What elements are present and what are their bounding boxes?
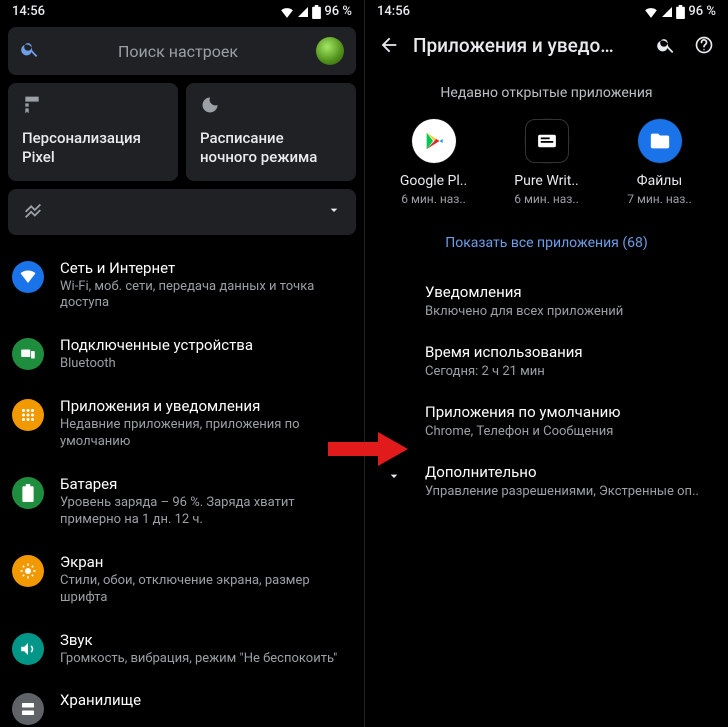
tile-night-title: Расписание ночного режима [200,129,342,167]
wifi-icon [12,261,44,293]
settings-item-title: Звук [60,631,348,649]
devices-icon [12,338,44,370]
settings-item-title: Подключенные устройства [60,336,348,354]
setting-row-title: Уведомления [425,283,712,301]
search-settings[interactable]: Поиск настроек [8,27,356,75]
settings-item-title: Приложения и уведомления [60,397,348,415]
signal-icon [661,6,673,18]
app-sub: 6 мин. наз.. [384,192,484,206]
settings-item-sub: Wi-Fi, моб. сети, передача данных и точк… [60,279,348,313]
status-battery-text: 96 % [688,4,716,19]
status-time: 14:56 [12,4,45,19]
settings-item-title: Хранилище [60,691,348,709]
app-sub: 7 мин. наз.. [610,192,710,206]
setting-row-sub: Сегодня: 2 ч 21 мин [425,364,712,379]
setting-row-sub: Включено для всех приложений [425,304,712,319]
app-name: Файлы [610,173,710,189]
app-bar: Приложения и уведо… [365,21,728,71]
tile-night-schedule[interactable]: Расписание ночного режима [186,83,356,181]
phone-settings-root: 14:56 96 % Поиск настроек [0,0,364,727]
apps-icon [12,399,44,431]
signal-icon [297,6,309,18]
chevron-down-icon [326,202,342,222]
phone-apps-notifications: 14:56 96 % Приложения и уведо… Недавно о… [364,0,728,727]
settings-item-title: Экран [60,553,348,571]
setting-row-3[interactable]: Дополнительно Управление разрешениями, Эк… [365,451,728,511]
app-sub: 6 мин. наз.. [497,192,597,206]
battery-icon [12,477,44,509]
recent-app-1[interactable]: Pure Writ.. 6 мин. наз.. [497,119,597,206]
setting-row-title: Приложения по умолчанию [425,403,712,421]
settings-item-storage[interactable]: Хранилище [8,679,356,727]
setting-row-sub: Управление разрешениями, Экстренные оп.. [425,484,712,499]
sound-icon [12,633,44,665]
search-placeholder: Поиск настроек [52,42,304,61]
recent-apps: Google Pl.. 6 мин. наз.. Pure Writ.. 6 мин.… [365,119,728,206]
settings-item-sub: Стили, обои, отключение экрана, размер ш… [60,573,348,607]
setting-row-0[interactable]: Уведомления Включено для всех приложений [365,271,728,331]
avatar[interactable] [316,37,344,65]
settings-item-title: Батарея [60,475,348,493]
search-icon [20,39,40,63]
setting-row-title: Дополнительно [425,463,712,481]
status-bar: 14:56 96 % [0,0,364,21]
setting-row-2[interactable]: Приложения по умолчанию Chrome, Телефон и… [365,391,728,451]
settings-list: Сеть и Интернет Wi-Fi, моб. сети, передач… [8,247,356,727]
settings-item-sub: Уровень заряда – 96 %. Заряда хватит при… [60,495,348,529]
wifi-icon [280,6,294,18]
recent-app-0[interactable]: Google Pl.. 6 мин. наз.. [384,119,484,206]
wifi-icon [644,6,658,18]
status-right: 96 % [644,4,716,19]
settings-item-display[interactable]: Экран Стили, обои, отключение экрана, раз… [8,541,356,619]
tile-nearby-share[interactable] [8,189,356,235]
battery-icon [312,5,321,19]
brush-icon [22,95,164,119]
app-icon [412,119,456,163]
settings-item-sub: Bluetooth [60,356,348,373]
page-title: Приложения и уведо… [413,34,642,57]
see-all-link[interactable]: Показать все приложения (68) [445,235,648,251]
status-bar: 14:56 96 % [365,0,728,21]
recent-apps-header: Недавно открытые приложения [365,85,728,101]
storage-icon [12,693,44,725]
app-icon [638,119,682,163]
settings-item-sub: Недавние приложения, приложения по умолч… [60,417,348,451]
app-name: Pure Writ.. [497,173,597,189]
app-name: Google Pl.. [384,173,484,189]
recent-app-2[interactable]: Файлы 7 мин. наз.. [610,119,710,206]
status-battery-text: 96 % [324,4,352,19]
app-icon [525,119,569,163]
help-button[interactable] [690,31,718,59]
status-time: 14:56 [377,4,410,19]
tile-personalization[interactable]: Персонализация Pixel [8,83,178,181]
settings-item-sub: Громкость, вибрация, режим "Не беспокоит… [60,651,348,668]
search-button[interactable] [652,31,680,59]
settings-item-battery[interactable]: Батарея Уровень заряда – 96 %. Заряда хва… [8,463,356,541]
settings-item-wifi[interactable]: Сеть и Интернет Wi-Fi, моб. сети, передач… [8,247,356,325]
settings-item-title: Сеть и Интернет [60,259,348,277]
tile-personalization-title: Персонализация Pixel [22,129,164,167]
status-right: 96 % [280,4,352,19]
back-button[interactable] [375,31,403,59]
setting-row-1[interactable]: Время использования Сегодня: 2 ч 21 мин [365,331,728,391]
moon-icon [200,95,342,119]
settings-item-sound[interactable]: Звук Громкость, вибрация, режим "Не беспо… [8,619,356,680]
chevron-down-icon [383,465,405,487]
display-icon [12,555,44,587]
settings-item-devices[interactable]: Подключенные устройства Bluetooth [8,324,356,385]
setting-row-sub: Chrome, Телефон и Сообщения [425,424,712,439]
setting-row-title: Время использования [425,343,712,361]
nearby-icon [22,199,44,225]
battery-icon [676,5,685,19]
settings-item-apps[interactable]: Приложения и уведомления Недавние приложе… [8,385,356,463]
see-all-apps[interactable]: Показать все приложения (68) [365,232,728,251]
